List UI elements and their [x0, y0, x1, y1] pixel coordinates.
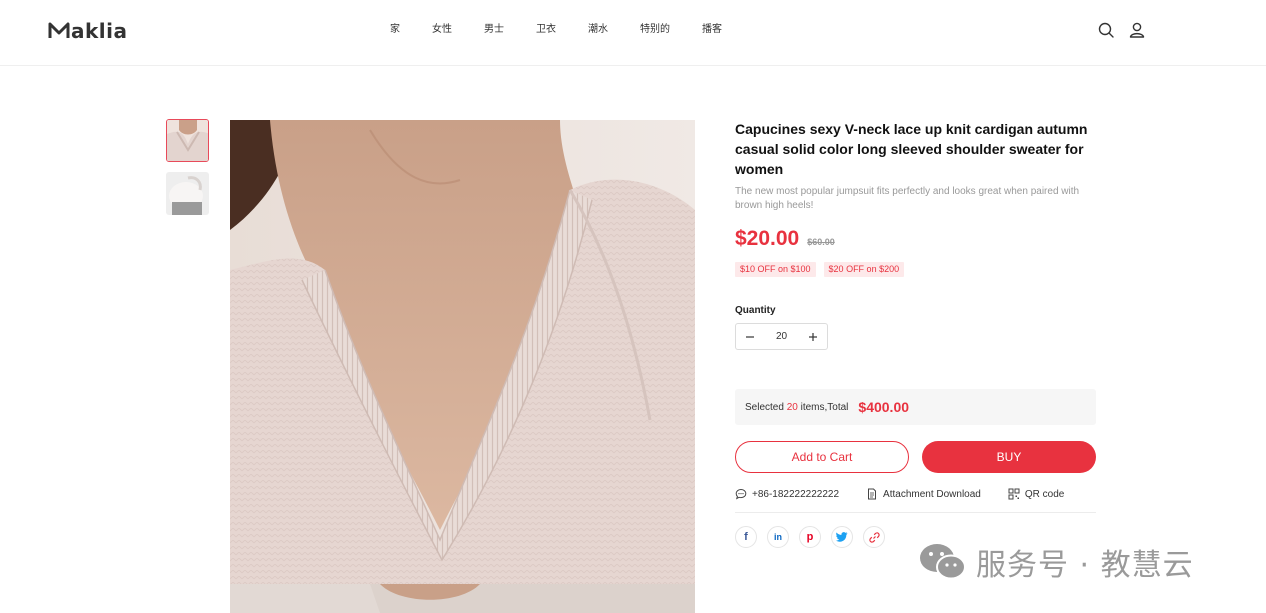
nav-item-women[interactable]: 女性: [432, 22, 452, 38]
nav-item-trend[interactable]: 潮水: [588, 22, 608, 38]
summary-suffix: items,Total: [800, 401, 849, 413]
summary-prefix: Selected: [745, 401, 784, 413]
link-glyph: [868, 531, 880, 543]
divider: [735, 512, 1096, 513]
nav-item-men[interactable]: 男士: [484, 22, 504, 38]
summary-count: 20: [786, 401, 798, 413]
wechat-icon: [920, 544, 966, 580]
quantity-value[interactable]: 20: [776, 331, 787, 342]
nav-item-hoodies[interactable]: 卫衣: [536, 22, 556, 38]
decrement-button[interactable]: [743, 330, 757, 344]
order-summary: Selected 20 items,Total $400.00: [735, 389, 1096, 425]
product-main-image: [230, 120, 695, 613]
action-buttons: Add to Cart BUY: [735, 441, 1096, 473]
product-thumbnail[interactable]: [166, 119, 209, 162]
price-row: $20.00 $60.00: [735, 227, 1096, 251]
site-header: aklia 家 女性 男士 卫衣 潮水 特别的 播客: [0, 0, 1266, 66]
buy-button[interactable]: BUY: [922, 441, 1096, 473]
thumbnail-image: [167, 120, 208, 161]
document-icon: [868, 488, 877, 500]
add-to-cart-button[interactable]: Add to Cart: [735, 441, 909, 473]
summary-total: $400.00: [858, 399, 910, 415]
search-icon[interactable]: [1097, 21, 1115, 39]
pinterest-icon[interactable]: p: [799, 526, 821, 548]
increment-button[interactable]: [806, 330, 820, 344]
attachment-label: Attachment Download: [883, 488, 981, 500]
product-title: Capucines sexy V-neck lace up knit cardi…: [735, 121, 1088, 177]
watermark-text: 服务号 · 教慧云: [976, 548, 1194, 583]
product-thumbnail[interactable]: [166, 172, 209, 215]
original-price: $60.00: [807, 237, 835, 247]
chat-icon: [735, 488, 747, 500]
facebook-icon[interactable]: f: [735, 526, 757, 548]
nav-item-home[interactable]: 家: [390, 22, 400, 38]
product-info: Capucines sexy V-neck lace up knit cardi…: [735, 119, 1096, 548]
qr-code-icon: [1008, 488, 1020, 500]
qr-code-label: QR code: [1024, 488, 1065, 500]
copy-link-icon[interactable]: [863, 526, 885, 548]
sweater-photo: [230, 120, 695, 613]
contact-row: +86-182222222222 Attachment Download QR …: [735, 488, 1096, 500]
twitter-bird-glyph: [836, 532, 848, 542]
attachment-download-link[interactable]: Attachment Download: [866, 488, 981, 500]
current-price: $20.00: [735, 227, 800, 250]
phone-number: +86-182222222222: [752, 488, 840, 500]
phone-link[interactable]: +86-182222222222: [735, 488, 839, 500]
logo[interactable]: aklia: [48, 19, 128, 43]
quantity-label: Quantity: [735, 305, 776, 316]
nav-item-special[interactable]: 特别的: [640, 22, 670, 38]
watermark: 服务号 · 教慧云: [918, 540, 1194, 584]
thumbnail-image: [166, 172, 209, 215]
plus-icon: [809, 332, 817, 341]
logo-mark-icon: [48, 22, 70, 38]
user-icon[interactable]: [1128, 21, 1146, 39]
product-subtitle: The new most popular jumpsuit fits perfe…: [735, 186, 1080, 211]
coupon-badge[interactable]: $20 OFF on $200: [823, 262, 905, 277]
coupon-list: $10 OFF on $100 $20 OFF on $200: [735, 262, 1096, 277]
minus-icon: [746, 335, 754, 338]
logo-text: aklia: [71, 19, 128, 43]
twitter-icon[interactable]: [831, 526, 853, 548]
nav-item-podcast[interactable]: 播客: [702, 22, 722, 38]
main-nav: 家 女性 男士 卫衣 潮水 特别的 播客: [390, 22, 754, 38]
linkedin-icon[interactable]: in: [767, 526, 789, 548]
quantity-stepper: 20: [735, 323, 828, 350]
qr-code-link[interactable]: QR code: [1008, 488, 1064, 500]
coupon-badge[interactable]: $10 OFF on $100: [735, 262, 816, 277]
